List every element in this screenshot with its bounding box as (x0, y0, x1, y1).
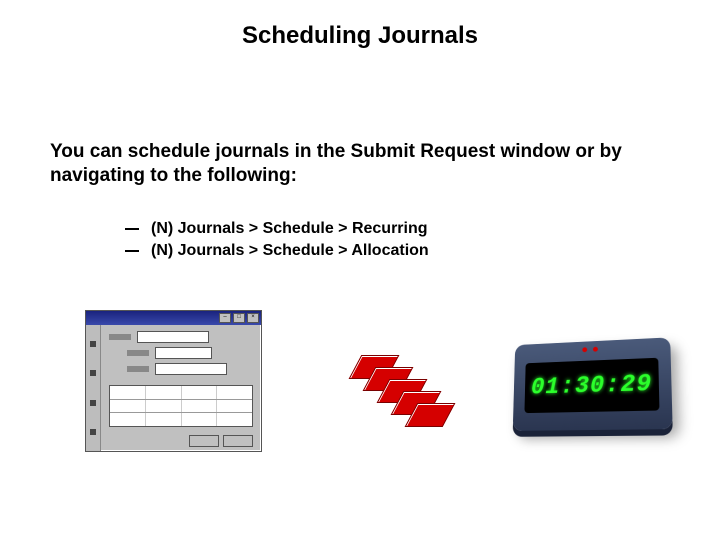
grid-cell (217, 413, 252, 426)
grid-cell (146, 386, 182, 399)
window-footer (109, 435, 253, 447)
cascade-illustration (355, 355, 475, 445)
sidebar-glyph-icon (90, 400, 96, 406)
grid-row (110, 413, 252, 426)
illustration-row: – □ × (50, 300, 670, 500)
dot-icon (582, 347, 587, 352)
nav-path-text: (N) Journals > Schedule > Recurring (151, 220, 428, 238)
close-icon: × (247, 313, 259, 323)
clock-indicator-dots (582, 347, 598, 353)
grid-row (110, 400, 252, 414)
slide: Scheduling Journals You can schedule jou… (0, 0, 720, 540)
grid-row (110, 386, 252, 400)
form-row (109, 331, 253, 343)
grid-cell (217, 386, 252, 399)
grid-cell (110, 413, 146, 426)
nav-path-text: (N) Journals > Schedule > Allocation (151, 242, 429, 260)
text-field (155, 347, 212, 359)
footer-button (189, 435, 219, 447)
nav-path-list: (N) Journals > Schedule > Recurring (N) … (125, 220, 429, 264)
form-row (127, 363, 253, 375)
grid-cell (182, 386, 218, 399)
intro-text: You can schedule journals in the Submit … (50, 140, 650, 188)
sidebar-glyph-icon (90, 429, 96, 435)
field-label (109, 334, 131, 340)
field-label (127, 350, 149, 356)
clock-time: 01:30:29 (531, 370, 653, 400)
clock-illustration: 01:30:29 (510, 340, 680, 460)
page-title: Scheduling Journals (0, 22, 720, 50)
sidebar-glyph-icon (90, 370, 96, 376)
grid-cell (182, 413, 218, 426)
window-titlebar: – □ × (86, 311, 261, 325)
text-field (155, 363, 227, 375)
grid-cell (182, 400, 218, 413)
sidebar-glyph-icon (90, 341, 96, 347)
field-label (127, 366, 149, 372)
clock-body: 01:30:29 (513, 337, 673, 431)
form-row (127, 347, 253, 359)
grid-cell (110, 400, 146, 413)
grid-cell (110, 386, 146, 399)
grid-cell (146, 400, 182, 413)
footer-button (223, 435, 253, 447)
window-body (86, 325, 261, 451)
bullet-dash-icon (125, 250, 139, 252)
nav-path-item: (N) Journals > Schedule > Allocation (125, 242, 429, 260)
grid-cell (146, 413, 182, 426)
text-field (137, 331, 209, 343)
minimize-icon: – (219, 313, 231, 323)
grid-cell (217, 400, 252, 413)
dot-icon (593, 347, 598, 352)
window-main (101, 325, 261, 451)
nav-path-item: (N) Journals > Schedule > Recurring (125, 220, 429, 238)
app-window-illustration: – □ × (85, 310, 262, 452)
bullet-dash-icon (125, 228, 139, 230)
data-grid (109, 385, 253, 427)
window-sidebar (86, 325, 101, 451)
maximize-icon: □ (233, 313, 245, 323)
clock-screen: 01:30:29 (524, 358, 659, 413)
